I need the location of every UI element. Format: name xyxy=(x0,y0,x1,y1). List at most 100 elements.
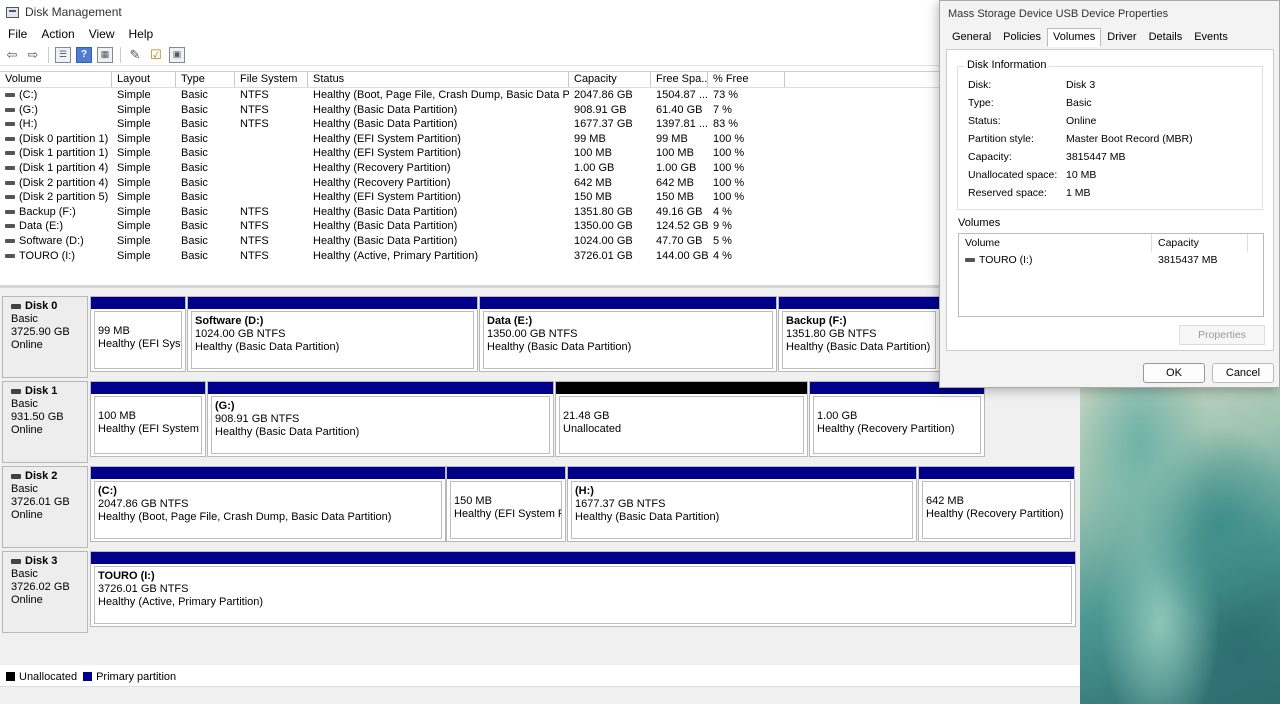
cell-volume-text: TOURO (I:) xyxy=(19,249,76,262)
volume-row[interactable]: TOURO (I:) 3815437 MB xyxy=(959,252,1263,268)
partition-block[interactable]: 99 MBHealthy (EFI System Partition) xyxy=(90,296,186,372)
volume-row[interactable]: TOURO (I:) Simple Basic NTFS Healthy (Active… xyxy=(0,249,1080,264)
partition-size: 908.91 GB NTFS xyxy=(215,413,300,425)
partition-block[interactable]: 100 MBHealthy (EFI System Partition) xyxy=(90,381,206,457)
cell-layout: Simple xyxy=(117,191,151,204)
partition-details: 21.48 GB Unallocated xyxy=(559,396,804,454)
partition-block[interactable]: Data (E:) 1350.00 GB NTFS Healthy (Basic D… xyxy=(479,296,777,372)
partition-details: (H:) 1677.37 GB NTFS Healthy (Basic Data P… xyxy=(571,481,913,539)
column-header-file-system[interactable]: File System xyxy=(235,72,308,87)
tab-policies[interactable]: Policies xyxy=(997,28,1047,47)
column-header-type[interactable]: Type xyxy=(176,72,235,87)
vol-header-capacity[interactable]: Capacity xyxy=(1152,234,1248,252)
partition-bar xyxy=(188,297,477,309)
volume-row[interactable]: (Disk 2 partition 4) Simple Basic Healthy (… xyxy=(0,176,1080,191)
console-icon[interactable]: ▣ xyxy=(169,46,185,63)
partition-block[interactable]: 150 MBHealthy (EFI System Partition) xyxy=(446,466,566,542)
tab-events[interactable]: Events xyxy=(1188,28,1234,47)
cell-status: Healthy (Active, Primary Partition) xyxy=(313,249,479,262)
volume-row[interactable]: Data (E:) Simple Basic NTFS Healthy (Basic D… xyxy=(0,219,1080,234)
disk-label[interactable]: Disk 1 Basic 931.50 GB Online xyxy=(2,381,88,463)
disk-label[interactable]: Disk 2 Basic 3726.01 GB Online xyxy=(2,466,88,548)
legend: Unallocated Primary partition xyxy=(0,668,1080,685)
tab-driver[interactable]: Driver xyxy=(1101,28,1142,47)
properties-button[interactable]: Properties xyxy=(1179,325,1265,345)
connect-icon[interactable]: ✎ xyxy=(127,47,143,63)
tab-general[interactable]: General xyxy=(946,28,997,47)
tab-volumes[interactable]: Volumes xyxy=(1047,28,1102,47)
partition-status: Healthy (Boot, Page File, Crash Dump, Ba… xyxy=(98,511,392,523)
disk-info-row: Reserved space: 1 MB xyxy=(968,187,1091,199)
cell-volume: (Disk 1 partition 1) xyxy=(0,146,112,161)
cell-layout: Simple xyxy=(117,147,151,160)
volume-row[interactable]: (Disk 0 partition 1) Simple Basic Healthy (… xyxy=(0,132,1080,147)
partition-block[interactable]: Software (D:) 1024.00 GB NTFS Healthy (Bas… xyxy=(187,296,478,372)
cell-volume: Software (D:) xyxy=(0,234,112,249)
forward-arrow-icon[interactable]: ⇨ xyxy=(25,47,41,63)
column-header-capacity[interactable]: Capacity xyxy=(569,72,651,87)
disk-info-key: Partition style: xyxy=(968,133,1034,145)
cell-type: Basic xyxy=(181,161,208,174)
partition-block[interactable]: (C:) 2047.86 GB NTFS Healthy (Boot, Page F… xyxy=(90,466,446,542)
partition-block[interactable]: Backup (F:) 1351.80 GB NTFS Healthy (Basic… xyxy=(778,296,940,372)
drive-icon xyxy=(5,107,15,112)
disk-icon xyxy=(11,304,21,309)
volume-row[interactable]: (H:) Simple Basic NTFS Healthy (Basic Data P… xyxy=(0,117,1080,132)
column-header-status[interactable]: Status xyxy=(308,72,569,87)
properties-icon[interactable]: ▦ xyxy=(97,46,113,63)
back-arrow-icon[interactable]: ⇦ xyxy=(4,47,20,63)
cell-volume-text: (G:) xyxy=(19,103,38,116)
cell-file-system xyxy=(235,146,308,161)
volume-row[interactable]: (C:) Simple Basic NTFS Healthy (Boot, Page F… xyxy=(0,88,1080,103)
volume-row[interactable]: (G:) Simple Basic NTFS Healthy (Basic Data P… xyxy=(0,103,1080,118)
partition-block[interactable]: (H:) 1677.37 GB NTFS Healthy (Basic Data P… xyxy=(567,466,917,542)
drive-icon xyxy=(5,151,15,156)
menu-help[interactable]: Help xyxy=(129,27,154,41)
volume-row[interactable]: Software (D:) Simple Basic NTFS Healthy (Bas… xyxy=(0,234,1080,249)
tab-details[interactable]: Details xyxy=(1143,28,1189,47)
partition-block[interactable]: 1.00 GB Healthy (Recovery Partition) xyxy=(809,381,985,457)
menu-action[interactable]: Action xyxy=(41,27,74,41)
volume-row[interactable]: (Disk 1 partition 4) Simple Basic Healthy (… xyxy=(0,161,1080,176)
help-icon[interactable]: ? xyxy=(76,46,92,63)
column-header-free-space[interactable]: Free Spa... xyxy=(651,72,708,87)
cell-file-system: NTFS xyxy=(240,249,269,262)
cell-file-system: NTFS xyxy=(240,205,269,218)
disk-label[interactable]: Disk 0 Basic 3725.90 GB Online xyxy=(2,296,88,378)
cell-volume: (Disk 0 partition 1) xyxy=(0,132,112,147)
disk-info-key: Disk: xyxy=(968,79,992,91)
cell-capacity: 1351.80 GB xyxy=(574,205,633,218)
ok-button[interactable]: OK xyxy=(1143,363,1205,383)
menu-view[interactable]: View xyxy=(89,27,115,41)
cell-volume-text: (Disk 1 partition 4) xyxy=(19,161,109,174)
disk-info-value: 10 MB xyxy=(1066,169,1097,181)
disk-icon xyxy=(11,389,21,394)
cell-layout: Simple xyxy=(117,249,151,262)
column-header-volume[interactable]: Volume xyxy=(0,72,112,87)
cancel-button[interactable]: Cancel xyxy=(1212,363,1274,383)
disk-information-group: Disk Information Disk: Disk 3 Type: Basic St… xyxy=(957,59,1263,210)
partition-block[interactable]: 21.48 GB Unallocated xyxy=(555,381,808,457)
disk-label[interactable]: Disk 3 Basic 3726.02 GB Online xyxy=(2,551,88,633)
partition-block[interactable]: TOURO (I:) 3726.01 GB NTFS Healthy (Active… xyxy=(90,551,1076,627)
cell-type: Basic xyxy=(181,205,208,218)
cell-free-space: 642 MB xyxy=(656,176,694,189)
volume-row[interactable]: Backup (F:) Simple Basic NTFS Healthy (Basic… xyxy=(0,205,1080,220)
menu-file[interactable]: File xyxy=(8,27,27,41)
partition-status: Healthy (EFI System Partition) xyxy=(98,423,201,435)
volume-row[interactable]: (Disk 2 partition 5) Simple Basic Healthy (… xyxy=(0,190,1080,205)
column-header-layout[interactable]: Layout xyxy=(112,72,176,87)
partition-block[interactable]: 642 MB Healthy (Recovery Partition) xyxy=(918,466,1075,542)
disk-name: Disk 0 xyxy=(11,300,87,313)
column-header-percent-free[interactable]: % Free xyxy=(708,72,785,87)
list-icon[interactable]: ☰ xyxy=(55,46,71,63)
cell-capacity: 908.91 GB xyxy=(574,103,627,116)
check-icon[interactable]: ☑ xyxy=(148,47,164,63)
partition-block[interactable]: (G:) 908.91 GB NTFS Healthy (Basic Data Pa… xyxy=(207,381,554,457)
disk-row: Disk 1 Basic 931.50 GB Online 100 MB Healthy … xyxy=(0,381,1080,463)
cell-free-space: 144.00 GB xyxy=(656,249,708,262)
cell-layout: Simple xyxy=(117,103,151,116)
vol-header-volume[interactable]: Volume xyxy=(959,234,1152,252)
volume-row[interactable]: (Disk 1 partition 1) Simple Basic Healthy (… xyxy=(0,146,1080,161)
cell-percent-free: 100 % xyxy=(713,147,745,160)
